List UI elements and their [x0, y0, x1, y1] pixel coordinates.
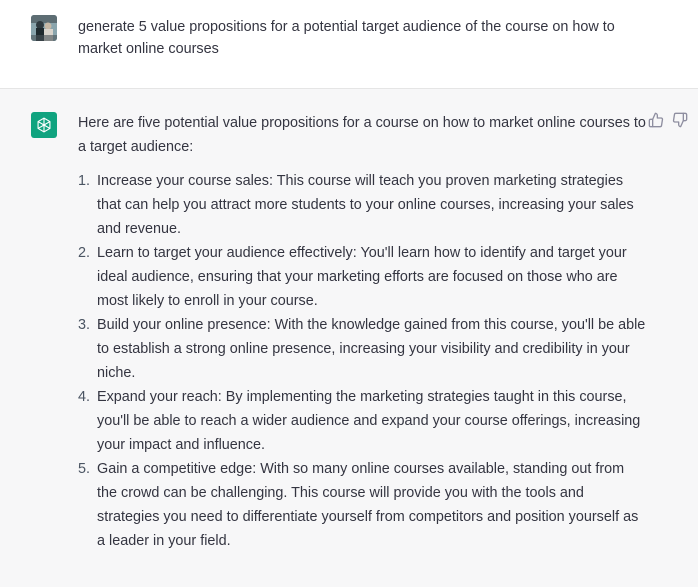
assistant-intro: Here are five potential value propositio… [78, 115, 646, 155]
list-item-text: Gain a competitive edge: With so many on… [97, 461, 639, 549]
user-message-text: generate 5 value propositions for a pote… [78, 19, 615, 57]
assistant-message-row: Here are five potential value propositio… [0, 89, 698, 587]
list-item-text: Increase your course sales: This course … [97, 173, 634, 237]
user-message-row: generate 5 value propositions for a pote… [0, 0, 698, 89]
list-item-text: Learn to target your audience effectivel… [97, 245, 627, 309]
list-item-number: 5. [77, 461, 90, 477]
assistant-message-content: Here are five potential value propositio… [78, 111, 648, 553]
list-item-text: Expand your reach: By implementing the m… [97, 389, 641, 453]
list-item-text: Build your online presence: With the kno… [97, 317, 646, 381]
user-avatar [31, 15, 57, 41]
feedback-buttons [648, 112, 688, 128]
list-item-number: 2. [77, 245, 90, 261]
openai-logo-icon [31, 112, 57, 138]
list-item: 1. Increase your course sales: This cour… [78, 169, 648, 241]
list-item-number: 4. [77, 389, 90, 405]
list-item-number: 3. [77, 317, 90, 333]
list-item: 2. Learn to target your audience effecti… [78, 241, 648, 313]
value-propositions-list: 1. Increase your course sales: This cour… [78, 169, 648, 553]
thumbs-up-icon[interactable] [648, 112, 664, 128]
list-item-number: 1. [77, 173, 90, 189]
thumbs-down-icon[interactable] [672, 112, 688, 128]
list-item: 4. Expand your reach: By implementing th… [78, 385, 648, 457]
list-item: 3. Build your online presence: With the … [78, 313, 648, 385]
list-item: 5. Gain a competitive edge: With so many… [78, 457, 648, 553]
